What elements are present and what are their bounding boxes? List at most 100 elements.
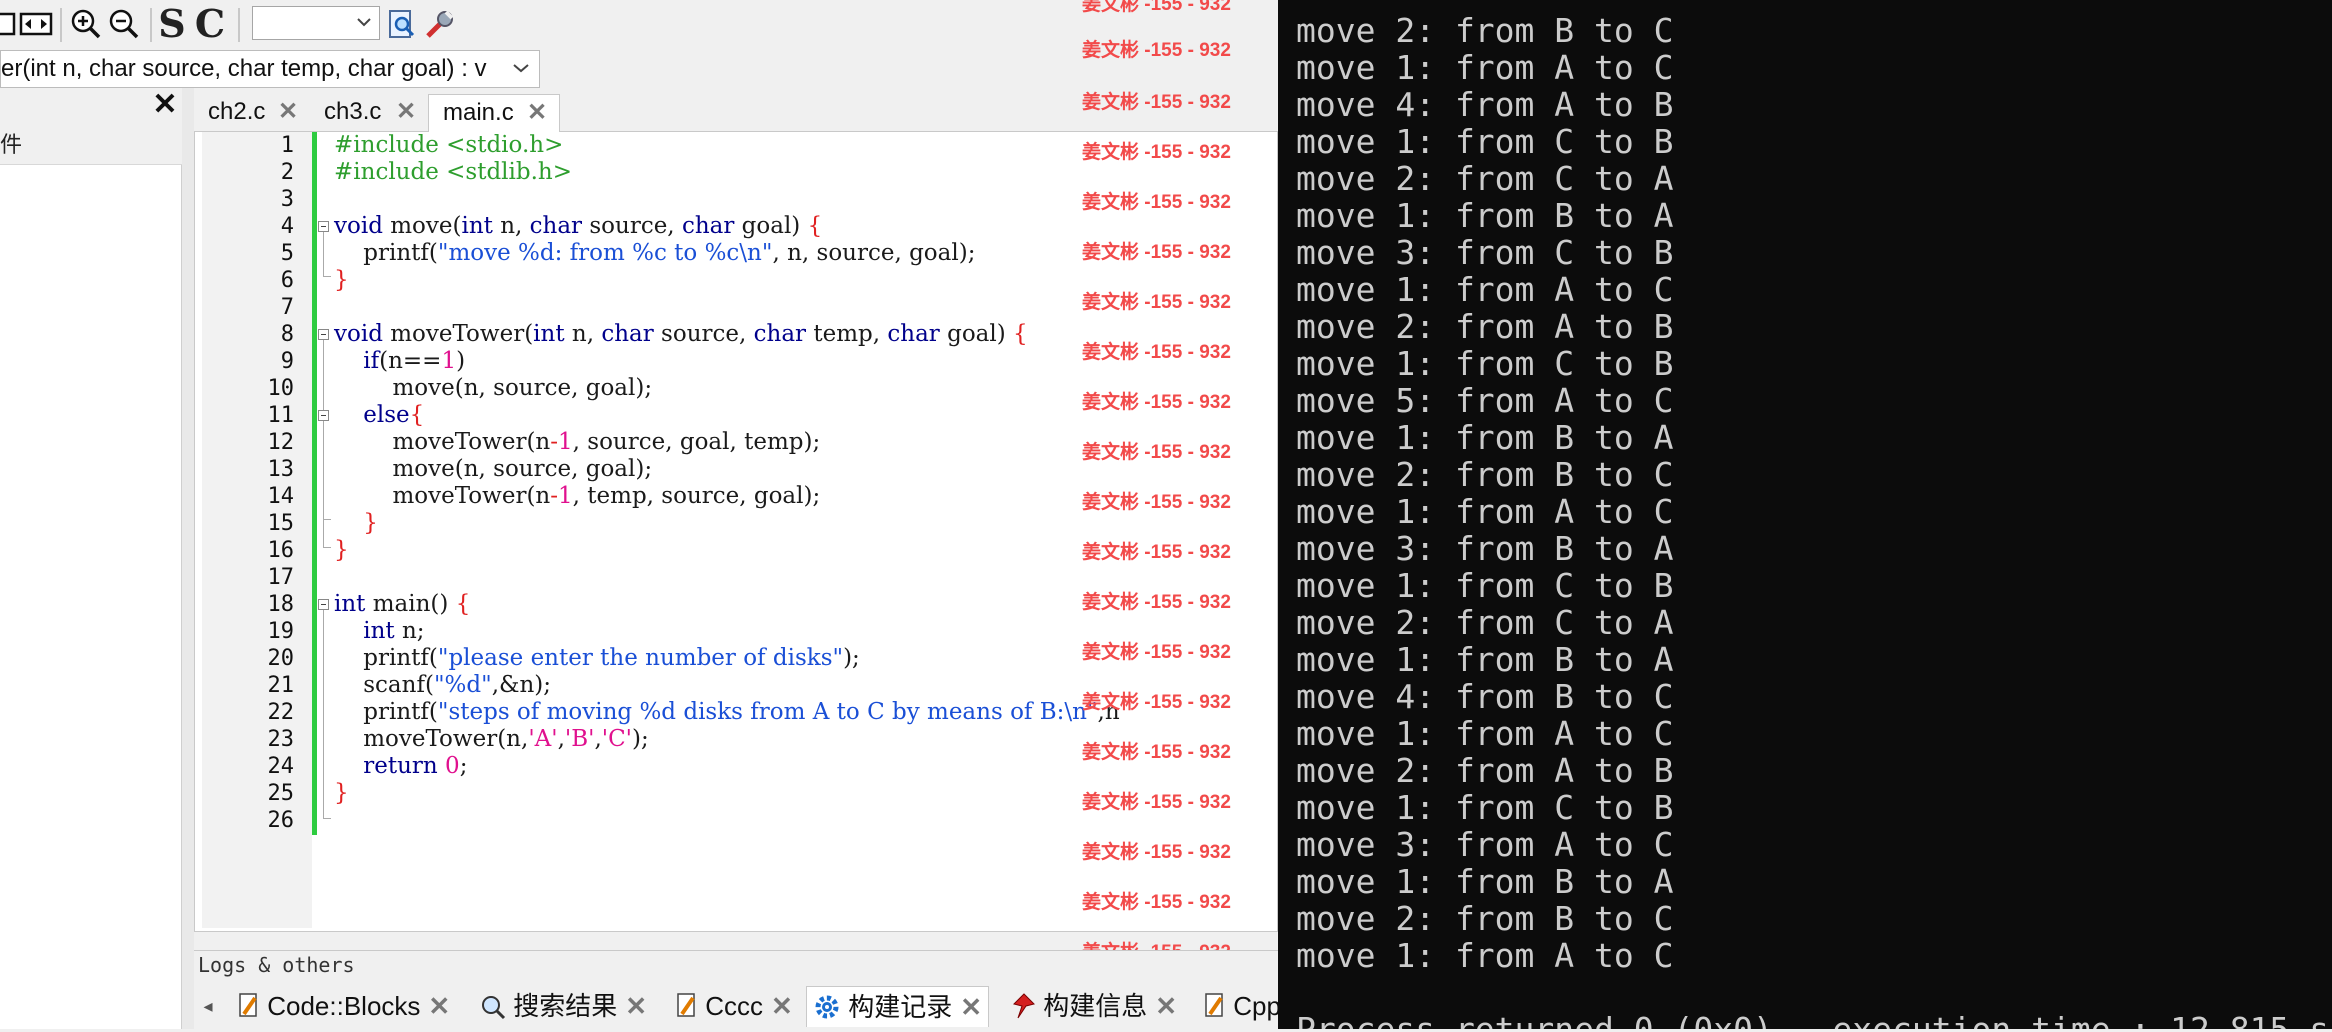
code-line-6: } (334, 267, 349, 293)
chevron-down-icon (513, 64, 529, 73)
watermark: 姜文彬 -155 - 932 (1082, 392, 1231, 413)
line-number: 13 (267, 457, 295, 482)
logs-panel-header: Logs & others (194, 950, 1278, 979)
line-number: 12 (267, 430, 295, 455)
watermark: 姜文彬 -155 - 932 (1082, 92, 1231, 113)
console-line: move 1: from C to B (1296, 122, 1674, 161)
pencil-icon (1204, 991, 1226, 1017)
console-window[interactable]: move 2: from B to C move 1: from A to C … (1278, 0, 2332, 1029)
c-icon[interactable]: C (192, 5, 228, 43)
console-line: move 4: from A to B (1296, 85, 1674, 124)
fold-toggle[interactable] (318, 329, 329, 340)
tab-main-c[interactable]: main.c ✕ (428, 94, 560, 132)
pin-icon (1012, 991, 1036, 1019)
chevron-down-icon (357, 18, 371, 27)
console-line: move 3: from C to B (1296, 233, 1674, 272)
console-line: move 1: from A to C (1296, 492, 1674, 531)
line-number: 3 (280, 187, 294, 212)
console-line: move 1: from B to A (1296, 640, 1674, 679)
zoom-fit-icon[interactable] (18, 6, 54, 42)
line-number: 18 (267, 592, 295, 617)
console-line: move 5: from A to C (1296, 381, 1674, 420)
management-tab[interactable]: 件 (0, 126, 182, 165)
close-icon[interactable]: ✕ (625, 991, 647, 1021)
close-icon[interactable]: ✕ (771, 991, 793, 1021)
line-number: 1 (280, 133, 294, 158)
console-line: move 2: from C to A (1296, 159, 1674, 198)
code-line-18: int main() { (334, 591, 471, 617)
zoom-in-icon[interactable] (68, 6, 104, 42)
console-line: move 1: from A to C (1296, 48, 1674, 87)
panel-splitter[interactable] (182, 88, 194, 1029)
line-number: 16 (267, 538, 295, 563)
watermark: 姜文彬 -155 - 932 (1082, 492, 1231, 513)
line-number: 17 (267, 565, 295, 590)
console-line: move 2: from A to B (1296, 307, 1674, 346)
line-number: 21 (267, 673, 295, 698)
tab-build-log[interactable]: 构建记录 ✕ (806, 986, 990, 1027)
line-number: 19 (267, 619, 295, 644)
console-line: move 2: from B to C (1296, 11, 1674, 50)
line-number: 26 (267, 808, 295, 833)
scroll-left-icon[interactable]: ◂ (194, 986, 222, 1026)
tab-cpp[interactable]: Cpp (1204, 986, 1281, 1026)
code-line-20: printf("please enter the number of disks… (334, 645, 860, 671)
fold-toggle[interactable] (318, 599, 329, 610)
close-icon[interactable]: ✕ (527, 95, 547, 131)
zoom-out-icon[interactable] (106, 6, 142, 42)
console-line: move 2: from B to C (1296, 455, 1674, 494)
line-number: 4 (280, 214, 294, 239)
watermark: 姜文彬 -155 - 932 (1082, 40, 1231, 61)
watermark: 姜文彬 -155 - 932 (1082, 692, 1231, 713)
watermark: 姜文彬 -155 - 932 (1082, 542, 1231, 563)
code-line-22: printf("steps of moving %d disks from A … (334, 699, 1120, 725)
code-line-25: } (334, 780, 349, 806)
tab-ch2-c[interactable]: ch2.c ✕ (194, 94, 310, 132)
console-footer: Process returned 0 (0x0) execution time … (1296, 1011, 2329, 1029)
function-scope-value: er(int n, char source, char temp, char g… (1, 55, 487, 82)
pencil-icon (676, 991, 698, 1017)
line-number: 5 (280, 241, 294, 266)
line-number: 11 (267, 403, 295, 428)
line-number: 25 (267, 781, 295, 806)
console-line: move 2: from C to A (1296, 603, 1674, 642)
code-line-5: printf("move %d: from %c to %c\n", n, so… (334, 240, 976, 266)
console-line: move 1: from C to B (1296, 788, 1674, 827)
watermark: 姜文彬 -155 - 932 (1082, 0, 1231, 15)
close-icon[interactable]: ✕ (960, 992, 982, 1022)
close-icon[interactable]: ✕ (396, 94, 416, 130)
close-icon[interactable]: ✕ (428, 991, 450, 1021)
tab-build-messages[interactable]: 构建信息 ✕ (1012, 986, 1177, 1026)
watermark: 姜文彬 -155 - 932 (1082, 142, 1231, 163)
function-scope-dropdown[interactable]: er(int n, char source, char temp, char g… (0, 50, 540, 88)
code-line-2: #include <stdlib.h> (334, 159, 573, 185)
close-icon[interactable]: ✕ (278, 94, 298, 130)
console-line: move 1: from C to B (1296, 566, 1674, 605)
toolbar-combo[interactable] (252, 6, 380, 40)
line-number: 2 (280, 160, 294, 185)
line-number: 8 (280, 322, 294, 347)
line-number: 23 (267, 727, 295, 752)
tab-search-results[interactable]: 搜索结果 ✕ (480, 986, 647, 1026)
console-line: move 1: from B to A (1296, 862, 1674, 901)
fold-margin (317, 132, 331, 928)
management-panel (0, 88, 182, 1029)
s-icon[interactable]: S (154, 5, 190, 43)
close-panel-button[interactable]: ✕ (152, 90, 178, 122)
wrench-icon[interactable] (422, 6, 458, 42)
logs-tab-bar: ◂ Code::Blocks ✕ 搜索结果 ✕ Cccc ✕ 构建记录 ✕ 构建信息 ✕ … (194, 982, 1281, 1029)
line-number: 6 (280, 268, 294, 293)
find-file-icon[interactable] (384, 6, 420, 42)
fold-toggle[interactable] (318, 221, 329, 232)
magnifier-icon (480, 991, 506, 1020)
tab-code-blocks[interactable]: Code::Blocks ✕ (238, 986, 450, 1026)
tab-cccc[interactable]: Cccc ✕ (676, 986, 793, 1026)
close-icon[interactable]: ✕ (1155, 991, 1177, 1021)
console-line: move 1: from C to B (1296, 344, 1674, 383)
line-number: 14 (267, 484, 295, 509)
watermark: 姜文彬 -155 - 932 (1082, 292, 1231, 313)
tab-ch3-c[interactable]: ch3.c ✕ (310, 94, 428, 132)
code-line-19: int n; (363, 618, 425, 644)
fold-toggle[interactable] (318, 410, 329, 421)
console-line: move 2: from B to C (1296, 899, 1674, 938)
